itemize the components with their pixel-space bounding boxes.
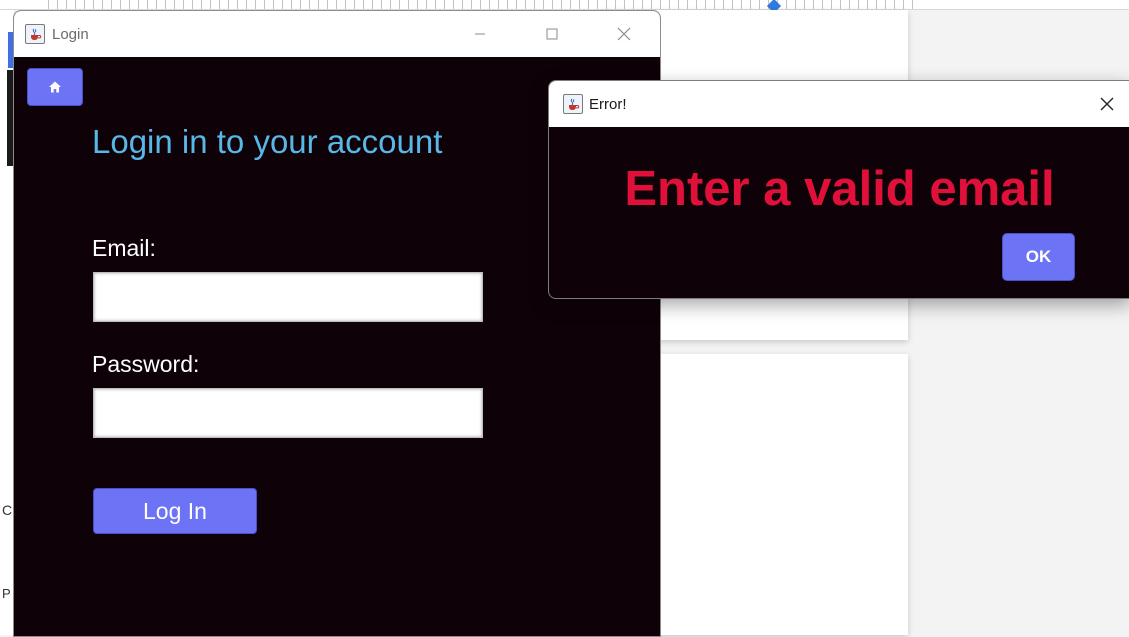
home-icon	[49, 81, 61, 93]
home-button[interactable]	[27, 68, 83, 106]
email-label: Email:	[92, 235, 156, 261]
maximize-button[interactable]	[516, 11, 588, 57]
page-title: Login in to your account	[92, 123, 443, 160]
close-icon	[617, 27, 631, 41]
login-titlebar[interactable]: Login	[14, 11, 660, 57]
window-controls	[444, 11, 660, 57]
email-field[interactable]	[93, 272, 483, 322]
java-coffee-icon	[25, 24, 45, 44]
minimize-button[interactable]	[444, 11, 516, 57]
background-fragment: P	[2, 586, 11, 601]
error-dialog-title: Error!	[589, 95, 627, 113]
error-dialog-titlebar[interactable]: Error!	[549, 81, 1129, 127]
background-ruler	[0, 0, 1129, 14]
ruler-ticks	[40, 0, 920, 9]
password-label: Password:	[92, 351, 200, 377]
minimize-icon	[475, 33, 485, 35]
maximize-icon	[546, 28, 558, 40]
close-icon	[1100, 97, 1114, 111]
java-coffee-icon	[563, 94, 583, 114]
login-button[interactable]: Log In	[93, 488, 257, 534]
error-dialog: Error! Enter a valid email OK	[548, 80, 1129, 299]
ok-button[interactable]: OK	[1002, 233, 1075, 281]
login-window-title: Login	[52, 25, 89, 43]
password-field[interactable]	[93, 388, 483, 438]
close-button[interactable]	[588, 11, 660, 57]
background-fragment: C	[2, 502, 13, 518]
dialog-close-button[interactable]	[1084, 81, 1129, 127]
error-message: Enter a valid email	[624, 162, 1055, 216]
